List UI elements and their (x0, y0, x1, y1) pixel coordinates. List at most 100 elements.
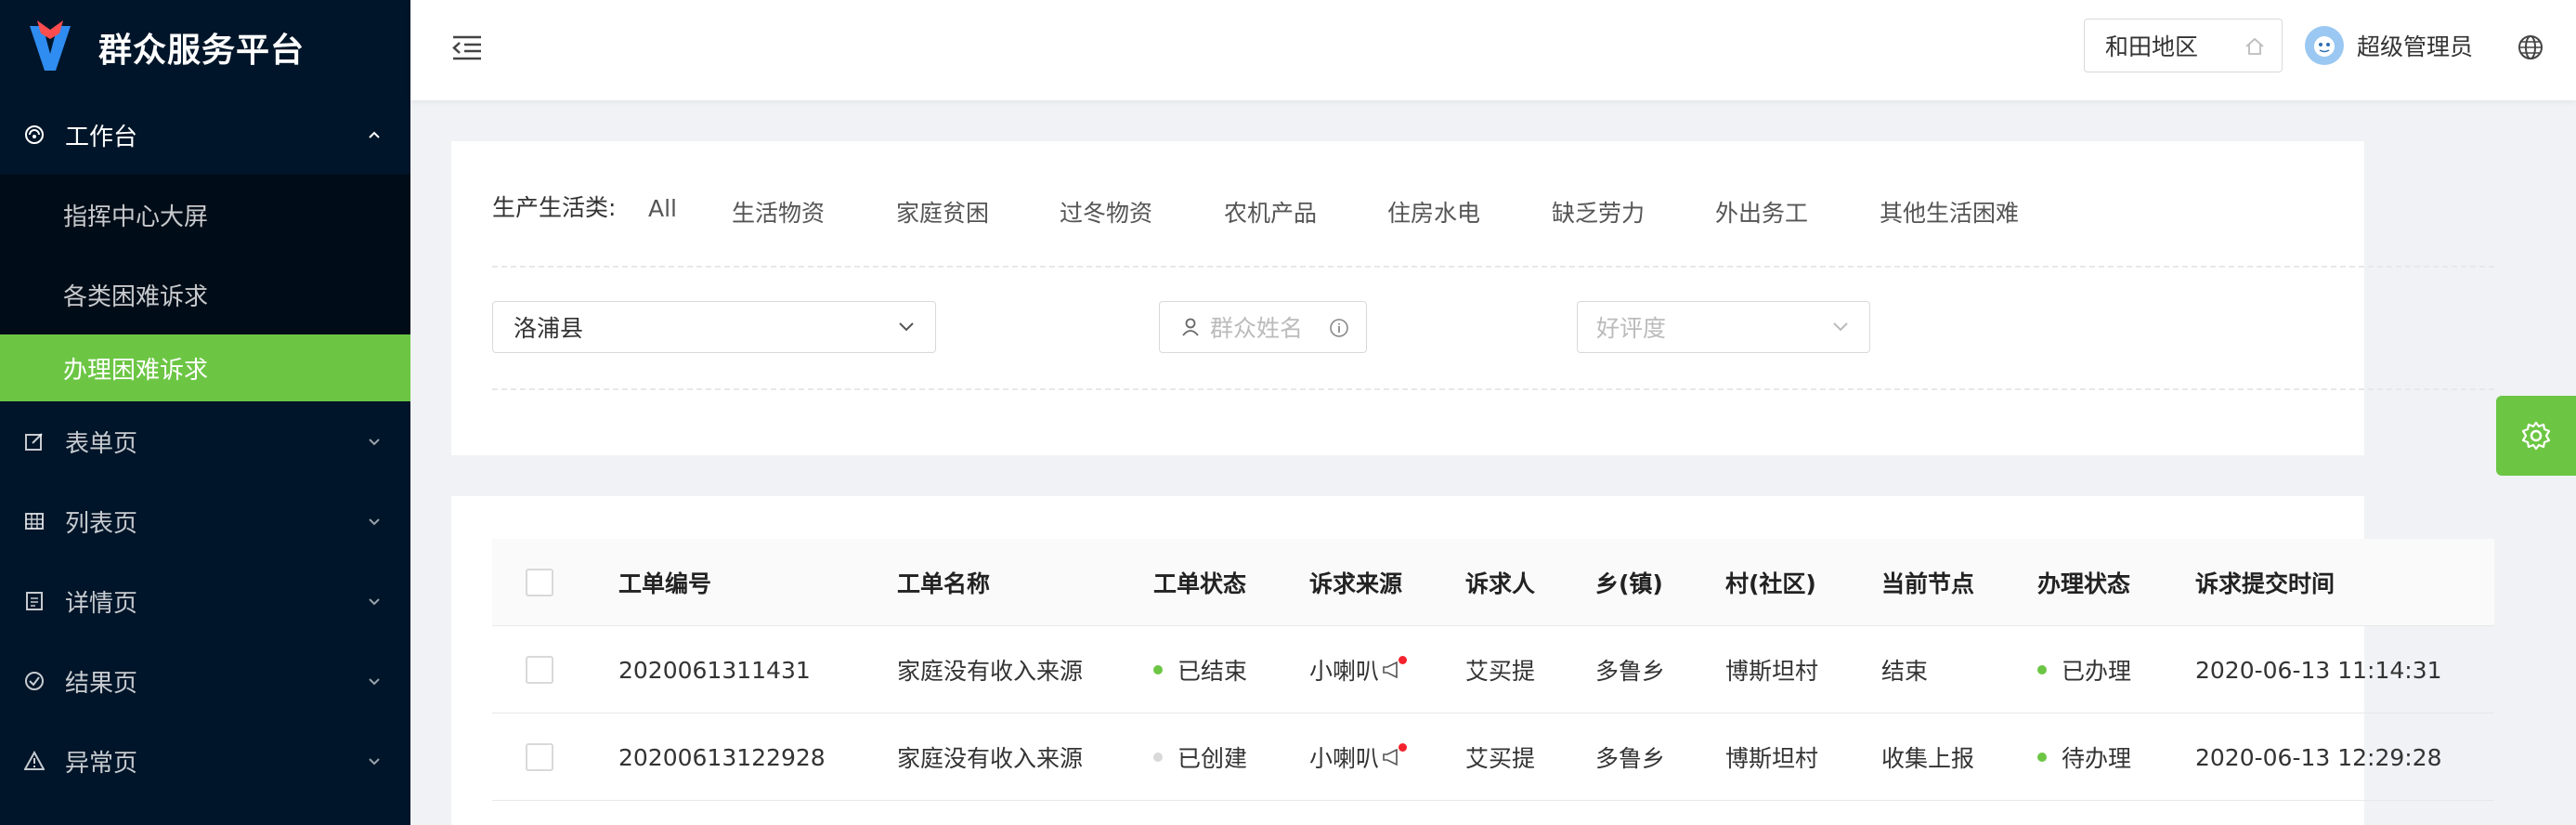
column-header[interactable]: 诉求人 (1465, 539, 1535, 626)
user-menu[interactable]: 超级管理员 (2305, 26, 2473, 65)
category-tag[interactable]: 缺乏劳力 (1552, 195, 1715, 229)
category-tag[interactable]: 其他生活困难 (1880, 195, 2065, 229)
column-header[interactable]: 工单名称 (897, 539, 990, 626)
chevron-down-icon (369, 678, 380, 686)
requester: 艾买提 (1465, 658, 1536, 685)
menu-result[interactable]: 结果页 (0, 641, 410, 721)
sidebar-item-difficulty-requests[interactable]: 各类困难诉求 (0, 255, 410, 334)
megaphone-icon (1381, 743, 1408, 769)
menu-exception[interactable]: 异常页 (0, 721, 410, 801)
table-row[interactable]: 2020061312292​8 家庭没有收入来源 已创建 小喇叭 艾买提 多鲁乡… (492, 714, 2494, 801)
chevron-down-icon (369, 758, 380, 766)
profile-icon (24, 591, 45, 611)
gear-icon (2521, 421, 2551, 451)
app-title: 群众服务平台 (98, 32, 306, 70)
request-source: 小喇叭 (1309, 626, 1408, 714)
column-header[interactable]: 乡(镇) (1595, 539, 1663, 626)
village: 博斯坦村 (1725, 658, 1819, 685)
chevron-down-icon (1833, 322, 1848, 332)
column-header[interactable]: 当前节点 (1881, 539, 1974, 626)
column-header[interactable]: 工单状态 (1153, 539, 1246, 626)
select-all-checkbox[interactable] (526, 569, 553, 596)
request-source: 小喇叭 (1309, 714, 1408, 801)
county-value: 洛浦县 (514, 315, 584, 342)
row-checkbox[interactable] (526, 743, 553, 771)
header: 和田地区 超级管理员 (410, 0, 2576, 100)
sidebar-item-handle-requests[interactable]: 办理困难诉求 (0, 334, 410, 401)
category-tag[interactable]: 家庭贫困 (896, 195, 1060, 229)
status-dot (2037, 665, 2047, 674)
table-row[interactable]: 2020061311431 家庭没有收入来源 已结束 小喇叭 艾买提 多鲁乡 博… (492, 626, 2494, 714)
menu-detail[interactable]: 详情页 (0, 561, 410, 641)
row-checkbox[interactable] (526, 656, 553, 684)
globe-icon[interactable] (2517, 33, 2544, 61)
category-tag[interactable]: 生活物资 (732, 195, 896, 229)
column-header[interactable]: 村(社区) (1725, 539, 1816, 626)
current-node: 结束 (1881, 658, 1929, 685)
menu-list[interactable]: 列表页 (0, 481, 410, 561)
check-circle-icon (24, 671, 45, 691)
settings-button[interactable] (2496, 396, 2576, 476)
handle-status-label: 已办理 (2062, 658, 2132, 685)
category-tag[interactable]: 过冬物资 (1060, 195, 1224, 229)
category-tag[interactable]: All (648, 195, 732, 229)
sidebar-item-label: 指挥中心大屏 (63, 203, 209, 231)
category-tag[interactable]: 外出务工 (1715, 195, 1880, 229)
select-all-cell (526, 539, 553, 626)
rating-select[interactable]: 好评度 (1577, 301, 1870, 353)
menu-fold-icon[interactable] (451, 32, 483, 63)
divider (492, 388, 2494, 390)
dashboard-icon (24, 124, 45, 145)
table-icon (24, 511, 45, 531)
column-header[interactable]: 诉求来源 (1309, 539, 1402, 626)
status-dot (1153, 753, 1163, 762)
county-select[interactable]: 洛浦县 (492, 301, 936, 353)
row-select-cell (526, 626, 553, 714)
category-tags: All 生活物资 家庭贫困 过冬物资 农机产品 住房水电 缺乏劳力 外出务工 其… (648, 195, 2065, 229)
column-header[interactable]: 办理状态 (2037, 539, 2130, 626)
village: 博斯坦村 (1725, 745, 1819, 772)
category-label: 生产生活类: (492, 194, 617, 221)
user-name: 超级管理员 (2357, 33, 2474, 60)
order-name: 家庭没有收入来源 (897, 745, 1084, 772)
avatar (2305, 26, 2344, 65)
region-value: 和田地区 (2105, 33, 2199, 60)
category-tag[interactable]: 农机产品 (1224, 195, 1387, 229)
rating-placeholder: 好评度 (1596, 315, 1667, 342)
status-dot (2037, 753, 2047, 762)
workbench-submenu: 指挥中心大屏 各类困难诉求 办理困难诉求 (0, 175, 410, 401)
menu-detail-label: 详情页 (65, 589, 138, 618)
submit-time: 2020-06-13 12:29:28 (2195, 743, 2442, 771)
town: 多鲁乡 (1595, 658, 1666, 685)
chevron-down-icon (369, 598, 380, 606)
submit-time: 2020-06-13 11:14:31 (2195, 656, 2442, 684)
order-id: 2020061311431 (618, 656, 811, 684)
edit-icon (24, 431, 45, 452)
current-node: 收集上报 (1881, 745, 1975, 772)
megaphone-icon (1381, 656, 1408, 682)
requester: 艾买提 (1465, 745, 1536, 772)
sidebar: 群众服务平台 工作台 指挥中心大屏 各类困难诉求 办理困难诉求 表单页 列表页 … (0, 0, 410, 825)
menu-workbench[interactable]: 工作台 (0, 95, 410, 175)
menu-workbench-label: 工作台 (65, 123, 138, 151)
logo: 群众服务平台 (0, 0, 410, 95)
menu-exception-label: 异常页 (65, 749, 138, 778)
order-status-label: 已创建 (1177, 745, 1248, 772)
category-tag[interactable]: 住房水电 (1387, 195, 1552, 229)
sidebar-item-label: 各类困难诉求 (63, 282, 209, 311)
name-placeholder: 群众姓名 (1210, 315, 1304, 342)
chevron-down-icon (369, 439, 380, 446)
chevron-down-icon (369, 518, 380, 526)
menu-form[interactable]: 表单页 (0, 401, 410, 481)
order-id: 2020061312292​8 (618, 743, 826, 771)
order-status-label: 已结束 (1177, 658, 1248, 685)
column-header[interactable]: 工单编号 (618, 539, 711, 626)
chevron-up-icon (369, 131, 380, 138)
sidebar-item-command-center[interactable]: 指挥中心大屏 (0, 175, 410, 255)
column-header[interactable]: 诉求提交时间 (2195, 539, 2335, 626)
region-select[interactable]: 和田地区 (2084, 19, 2283, 72)
name-input[interactable]: 群众姓名 (1159, 301, 1367, 353)
home-icon (2245, 37, 2264, 55)
menu-list-label: 列表页 (65, 509, 138, 538)
order-status: 已创建 (1153, 714, 1247, 801)
